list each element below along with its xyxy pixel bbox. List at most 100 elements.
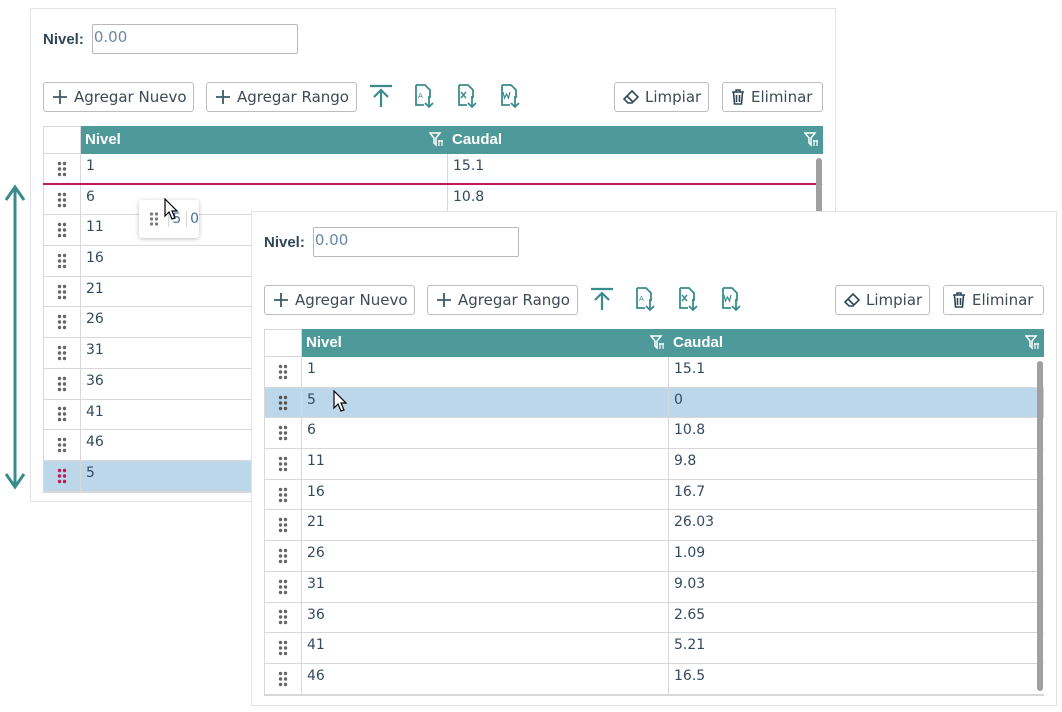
cell-caudal[interactable]: 9.03 — [670, 572, 1035, 602]
cell-caudal[interactable]: 16.7 — [670, 480, 1035, 510]
row-handle[interactable] — [44, 430, 81, 460]
filter-icon[interactable] — [429, 131, 445, 147]
table-row[interactable]: 50 — [265, 387, 1044, 419]
column-label-caudal: Caudal — [673, 334, 724, 351]
cell-nivel[interactable]: 41 — [303, 633, 669, 663]
row-handle[interactable] — [265, 449, 302, 479]
cell-caudal[interactable]: 15.1 — [670, 357, 1035, 387]
clear-button[interactable]: Limpiar — [614, 82, 709, 112]
cell-nivel[interactable]: 5 — [303, 387, 669, 418]
column-label-nivel: Nivel — [306, 334, 342, 351]
cell-nivel[interactable]: 11 — [303, 449, 669, 479]
table-row[interactable]: 6 10.8 — [265, 418, 1044, 450]
row-handle[interactable] — [44, 184, 81, 215]
row-handle[interactable] — [44, 307, 81, 338]
row-handle[interactable] — [44, 276, 81, 307]
drag-handle-icon — [57, 437, 67, 453]
column-header-caudal[interactable]: Caudal — [669, 329, 1044, 357]
add-range-button[interactable]: Agregar Rango — [427, 285, 578, 315]
table-row[interactable]: 36 2.65 — [265, 602, 1044, 634]
table-row[interactable]: 31 9.03 — [265, 571, 1044, 603]
column-header-nivel[interactable]: Nivel — [81, 126, 448, 154]
cell-caudal[interactable]: 16.5 — [670, 664, 1035, 694]
handle-header — [264, 329, 302, 357]
table-row[interactable]: 11 9.8 — [265, 449, 1044, 480]
filter-icon[interactable] — [1025, 334, 1041, 350]
column-header-nivel[interactable]: Nivel — [302, 329, 669, 357]
export-excel-icon[interactable] — [452, 80, 482, 112]
row-handle[interactable] — [265, 663, 302, 694]
eraser-icon — [844, 293, 860, 307]
cell-nivel[interactable]: 46 — [303, 663, 669, 694]
filter-icon[interactable] — [650, 334, 666, 350]
cell-caudal[interactable]: 0 — [670, 388, 1035, 418]
row-handle[interactable] — [44, 154, 81, 184]
row-handle[interactable] — [265, 479, 302, 510]
trash-icon — [953, 292, 965, 308]
delete-button[interactable]: Eliminar — [943, 285, 1044, 315]
nivel-input[interactable]: 0.00 — [91, 24, 298, 54]
table-row[interactable]: 1 15.1 — [44, 154, 823, 185]
row-handle[interactable] — [265, 510, 302, 541]
ghost-caudal: 0 — [186, 211, 199, 227]
row-handle[interactable] — [44, 399, 81, 430]
cell-nivel[interactable]: 6 — [303, 418, 669, 449]
cell-caudal[interactable]: 10.8 — [449, 185, 814, 215]
row-handle[interactable] — [265, 602, 302, 633]
row-handle[interactable] — [44, 215, 81, 246]
table-row[interactable]: 16 16.7 — [265, 479, 1044, 511]
cell-caudal[interactable]: 9.8 — [670, 449, 1035, 479]
cell-nivel[interactable]: 1 — [303, 357, 669, 387]
export-pdf-icon[interactable]: A — [409, 80, 439, 112]
drag-handle-icon — [278, 640, 288, 656]
row-handle[interactable] — [265, 633, 302, 663]
cell-caudal[interactable]: 15.1 — [449, 154, 814, 184]
upload-icon[interactable] — [587, 283, 617, 315]
filter-icon[interactable] — [804, 131, 820, 147]
nivel-input[interactable]: 0.00 — [312, 227, 519, 257]
table-row[interactable]: 46 16.5 — [265, 663, 1044, 695]
table-row[interactable]: 21 26.03 — [265, 510, 1044, 542]
drag-handle-icon — [278, 364, 288, 380]
cell-caudal[interactable]: 1.09 — [670, 541, 1035, 571]
table-row[interactable]: 41 5.21 — [265, 633, 1044, 664]
plus-icon — [216, 90, 230, 104]
row-handle[interactable] — [44, 338, 81, 368]
cell-nivel[interactable]: 21 — [303, 510, 669, 541]
cell-nivel[interactable]: 6 — [82, 184, 448, 215]
row-handle[interactable] — [44, 246, 81, 276]
toolbar: Agregar Nuevo Agregar Rango A Limpiar El… — [43, 82, 823, 112]
export-pdf-icon[interactable]: A — [630, 283, 660, 315]
row-handle[interactable] — [265, 571, 302, 602]
add-new-button[interactable]: Agregar Nuevo — [264, 285, 415, 315]
export-word-icon[interactable] — [716, 283, 746, 315]
upload-icon[interactable] — [366, 80, 396, 112]
cell-nivel[interactable]: 16 — [303, 479, 669, 510]
column-header-caudal[interactable]: Caudal — [448, 126, 823, 154]
row-handle[interactable] — [265, 541, 302, 571]
cell-nivel[interactable]: 31 — [303, 571, 669, 602]
row-handle[interactable] — [265, 387, 302, 418]
clear-button[interactable]: Limpiar — [835, 285, 930, 315]
row-handle[interactable] — [265, 357, 302, 387]
row-handle[interactable] — [265, 418, 302, 449]
cell-nivel[interactable]: 1 — [82, 154, 448, 184]
add-range-button[interactable]: Agregar Rango — [206, 82, 357, 112]
delete-button[interactable]: Eliminar — [722, 82, 823, 112]
cell-caudal[interactable]: 26.03 — [670, 510, 1035, 540]
cell-nivel[interactable]: 36 — [303, 602, 669, 633]
drag-handle-icon — [57, 345, 67, 361]
scrollbar[interactable] — [1037, 361, 1043, 691]
cell-caudal[interactable]: 5.21 — [670, 633, 1035, 663]
table-row[interactable]: 26 1.09 — [265, 541, 1044, 572]
mouse-cursor-icon — [164, 198, 178, 220]
cell-caudal[interactable]: 2.65 — [670, 603, 1035, 633]
row-handle[interactable] — [44, 368, 81, 399]
row-handle[interactable] — [44, 460, 81, 491]
export-excel-icon[interactable] — [673, 283, 703, 315]
add-new-button[interactable]: Agregar Nuevo — [43, 82, 194, 112]
cell-nivel[interactable]: 26 — [303, 541, 669, 571]
table-row[interactable]: 1 15.1 — [265, 357, 1044, 388]
cell-caudal[interactable]: 10.8 — [670, 418, 1035, 448]
export-word-icon[interactable] — [495, 80, 525, 112]
